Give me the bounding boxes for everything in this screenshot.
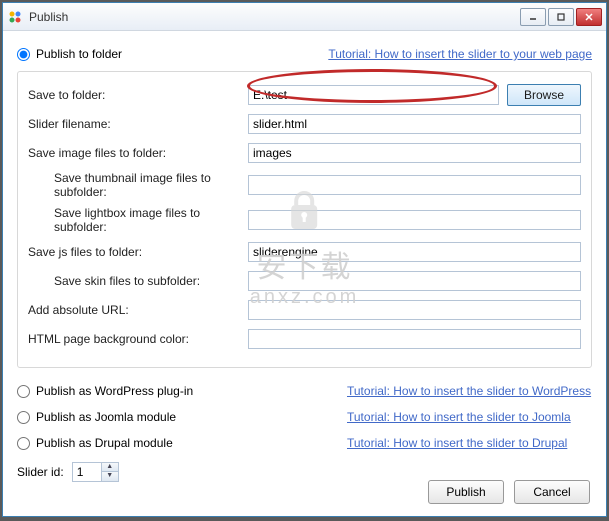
thumb-subfolder-label: Save thumbnail image files to subfolder: [28,171,248,199]
publish-drupal-label: Publish as Drupal module [36,436,173,450]
publish-drupal-radio[interactable] [17,437,30,450]
publish-to-folder-radio[interactable] [17,48,30,61]
cancel-button[interactable]: Cancel [514,480,590,504]
tutorial-joomla-link[interactable]: Tutorial: How to insert the slider to Jo… [347,410,571,424]
slider-id-spinbox[interactable]: ▲ ▼ [72,462,119,482]
skin-subfolder-label: Save skin files to subfolder: [28,274,248,288]
lightbox-subfolder-input[interactable] [248,210,581,230]
publish-to-folder-option[interactable]: Publish to folder [17,47,122,61]
tutorial-wordpress-link[interactable]: Tutorial: How to insert the slider to Wo… [347,384,591,398]
skin-subfolder-input[interactable] [248,271,581,291]
publish-joomla-radio[interactable] [17,411,30,424]
bg-color-input[interactable] [248,329,581,349]
window-controls [520,8,602,26]
publish-drupal-option[interactable]: Publish as Drupal module [17,436,347,450]
app-icon [7,9,23,25]
publish-button[interactable]: Publish [428,480,504,504]
spin-down-icon[interactable]: ▼ [102,472,118,481]
publish-alternatives: Publish as WordPress plug-in Tutorial: H… [17,378,592,456]
publish-joomla-option[interactable]: Publish as Joomla module [17,410,347,424]
browse-button[interactable]: Browse [507,84,581,106]
absolute-url-label: Add absolute URL: [28,303,248,317]
tutorial-webpage-link[interactable]: Tutorial: How to insert the slider to yo… [328,47,592,61]
content-area: Publish to folder Tutorial: How to inser… [3,31,606,492]
slider-id-row: Slider id: ▲ ▼ [17,462,592,482]
slider-filename-input[interactable] [248,114,581,134]
dialog-buttons: Publish Cancel [428,480,590,504]
publish-dialog: Publish Publish to folder Tutorial: How … [2,2,607,517]
save-js-input[interactable] [248,242,581,262]
slider-id-input[interactable] [73,463,101,481]
save-images-input[interactable] [248,143,581,163]
close-button[interactable] [576,8,602,26]
tutorial-drupal-link[interactable]: Tutorial: How to insert the slider to Dr… [347,436,567,450]
publish-wordpress-radio[interactable] [17,385,30,398]
publish-wordpress-label: Publish as WordPress plug-in [36,384,193,398]
save-folder-input[interactable] [248,85,499,105]
minimize-button[interactable] [520,8,546,26]
publish-to-folder-label: Publish to folder [36,47,122,61]
lightbox-subfolder-label: Save lightbox image files to subfolder: [28,206,248,234]
folder-settings-group: Save to folder: Browse Slider filename: … [17,71,592,368]
titlebar: Publish [3,3,606,31]
slider-filename-label: Slider filename: [28,117,248,131]
save-js-label: Save js files to folder: [28,245,248,259]
thumb-subfolder-input[interactable] [248,175,581,195]
absolute-url-input[interactable] [248,300,581,320]
publish-folder-row: Publish to folder Tutorial: How to inser… [17,41,592,67]
window-title: Publish [29,10,520,24]
spin-up-icon[interactable]: ▲ [102,463,118,472]
bg-color-label: HTML page background color: [28,332,248,346]
save-folder-label: Save to folder: [28,88,248,102]
publish-wordpress-option[interactable]: Publish as WordPress plug-in [17,384,347,398]
publish-joomla-label: Publish as Joomla module [36,410,176,424]
save-images-label: Save image files to folder: [28,146,248,160]
slider-id-label: Slider id: [17,465,64,479]
maximize-button[interactable] [548,8,574,26]
